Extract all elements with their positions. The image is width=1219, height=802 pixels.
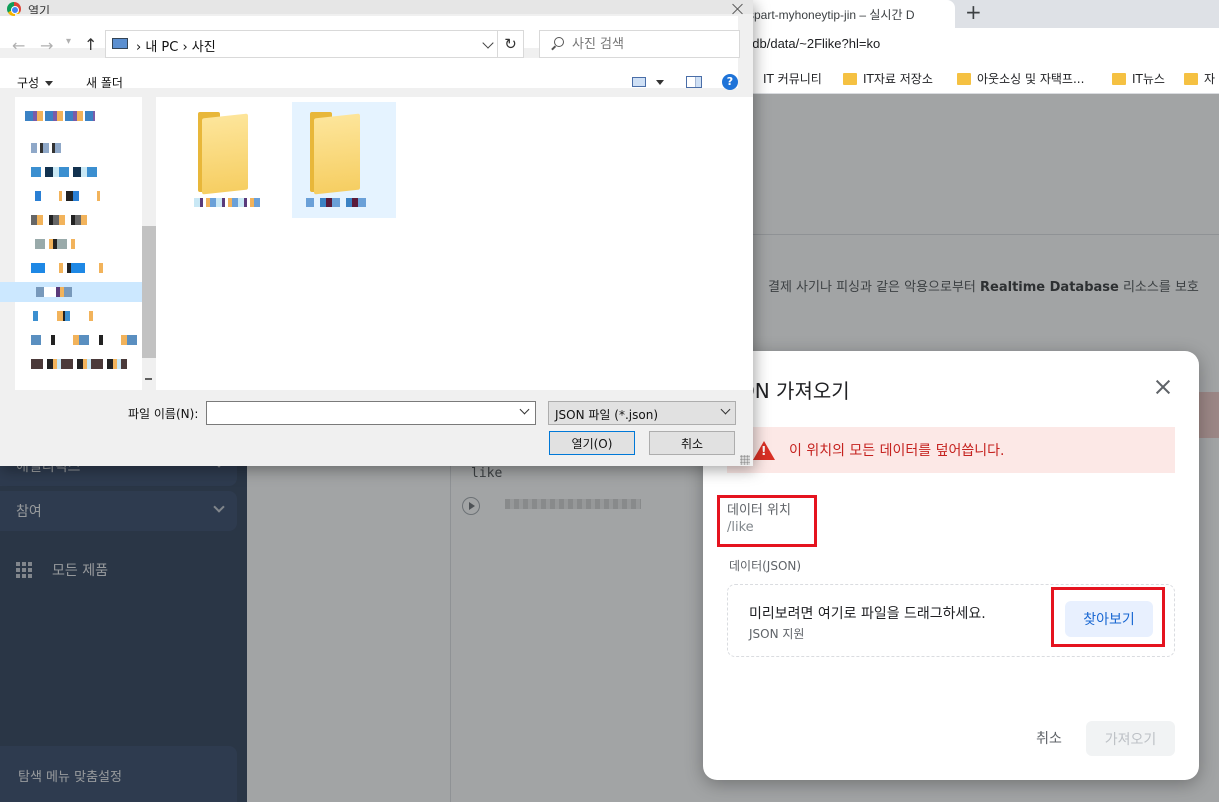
dialog-title: ON 가져오기 (739, 379, 850, 403)
refresh-button[interactable]: ↻ (497, 30, 524, 58)
folder-item[interactable] (180, 102, 284, 218)
nav-pane-item[interactable] (15, 162, 142, 182)
folder-icon (198, 112, 254, 195)
bookmark-item[interactable]: IT자료 저장소 (843, 70, 933, 87)
dropzone-subtext: JSON 지원 (749, 627, 805, 641)
nav-pane-item[interactable] (15, 210, 142, 230)
open-button[interactable]: 열기(O) (549, 431, 635, 455)
organize-menu[interactable]: 구성 (17, 74, 53, 91)
url-text: -rtdb/data/~2Flike?hl=ko (740, 36, 881, 51)
bookmark-label: IT자료 저장소 (863, 72, 933, 86)
bookmark-item[interactable]: IT뉴스 (1112, 70, 1165, 87)
folder-name-redacted (194, 198, 260, 207)
forward-arrow-icon[interactable]: → (40, 36, 53, 55)
bookmark-label: 자 (1204, 72, 1216, 86)
nav-pane-item[interactable] (15, 186, 142, 206)
bookmark-label: IT뉴스 (1132, 72, 1165, 86)
scroll-down-icon[interactable] (145, 378, 152, 380)
nav-pane-item-selected[interactable] (0, 282, 142, 302)
breadcrumb: › 내 PC › 사진 (136, 40, 216, 55)
new-tab-button[interactable]: + (965, 0, 982, 24)
bookmark-item[interactable]: 아웃소싱 및 자택프... (957, 70, 1084, 87)
location-value: /like (727, 520, 754, 535)
open-file-dialog: 열기 ← → ▾ ↑ › 내 PC › 사진 ↻ 구성 새 폴더 ? 파 (0, 0, 753, 466)
folder-icon (957, 72, 971, 85)
folder-icon (843, 72, 857, 85)
json-import-dialog: ON 가져오기 이 위치의 모든 데이터를 덮어씁니다. 데이터 위치 /lik… (703, 351, 1199, 780)
path-bar[interactable]: › 내 PC › 사진 (105, 30, 510, 58)
bookmark-item[interactable]: IT 커뮤니티 (763, 70, 822, 87)
search-box[interactable] (539, 30, 740, 58)
folder-name-redacted (306, 198, 372, 207)
folder-icon (1112, 72, 1126, 85)
back-arrow-icon[interactable]: ← (12, 36, 25, 55)
import-button: 가져오기 (1086, 721, 1175, 756)
folder-icon (310, 112, 366, 195)
nav-pane-item[interactable] (15, 106, 142, 126)
warning-text: 이 위치의 모든 데이터를 덮어씁니다. (789, 443, 1005, 459)
folder-item-selected[interactable] (292, 102, 396, 218)
tab-title: spart-myhoneytip-jin – 실시간 D (748, 8, 915, 22)
view-mode-icon[interactable] (632, 77, 646, 87)
folder-icon (1184, 72, 1198, 85)
help-icon[interactable]: ? (722, 74, 738, 90)
filetype-select[interactable]: JSON 파일 (*.json) (548, 401, 736, 425)
chevron-down-icon[interactable] (656, 80, 664, 85)
cancel-button[interactable]: 취소 (649, 431, 735, 455)
location-label: 데이터 위치 (727, 503, 791, 518)
nav-pane-item[interactable] (15, 138, 142, 158)
overwrite-warning: 이 위치의 모든 데이터를 덮어씁니다. (727, 427, 1175, 473)
bookmark-item[interactable]: 자 (1184, 70, 1215, 87)
nav-pane-item[interactable] (15, 234, 142, 254)
bookmark-label: IT 커뮤니티 (763, 72, 822, 86)
warning-icon (753, 441, 775, 460)
cancel-button[interactable]: 취소 (1019, 721, 1079, 755)
scrollbar-thumb[interactable] (142, 226, 156, 358)
chevron-down-icon[interactable] (482, 37, 494, 49)
search-input[interactable] (572, 35, 732, 53)
resize-grip[interactable] (740, 455, 750, 465)
pc-icon (112, 38, 128, 49)
nav-pane-item[interactable] (15, 306, 142, 326)
browse-button[interactable]: 찾아보기 (1065, 601, 1153, 637)
close-icon[interactable] (1151, 375, 1175, 399)
recent-dropdown-icon[interactable]: ▾ (66, 36, 71, 47)
filename-input[interactable] (206, 401, 536, 425)
close-icon[interactable] (728, 0, 748, 18)
nav-pane-item[interactable] (15, 330, 142, 350)
filename-label: 파일 이름(N): (128, 407, 199, 421)
new-folder-button[interactable]: 새 폴더 (86, 74, 123, 91)
bookmark-label: 아웃소싱 및 자택프... (977, 72, 1085, 86)
tab-realtime-database[interactable]: spart-myhoneytip-jin – 실시간 D (740, 0, 955, 28)
data-label: 데이터(JSON) (729, 559, 802, 573)
nav-pane-item[interactable] (15, 354, 142, 374)
preview-pane-icon[interactable] (686, 76, 702, 88)
up-arrow-icon[interactable]: ↑ (84, 35, 97, 54)
nav-pane-item[interactable] (15, 258, 142, 278)
dropzone-text: 미리보려면 여기로 파일을 드래그하세요. (749, 606, 986, 622)
search-icon (554, 37, 564, 47)
